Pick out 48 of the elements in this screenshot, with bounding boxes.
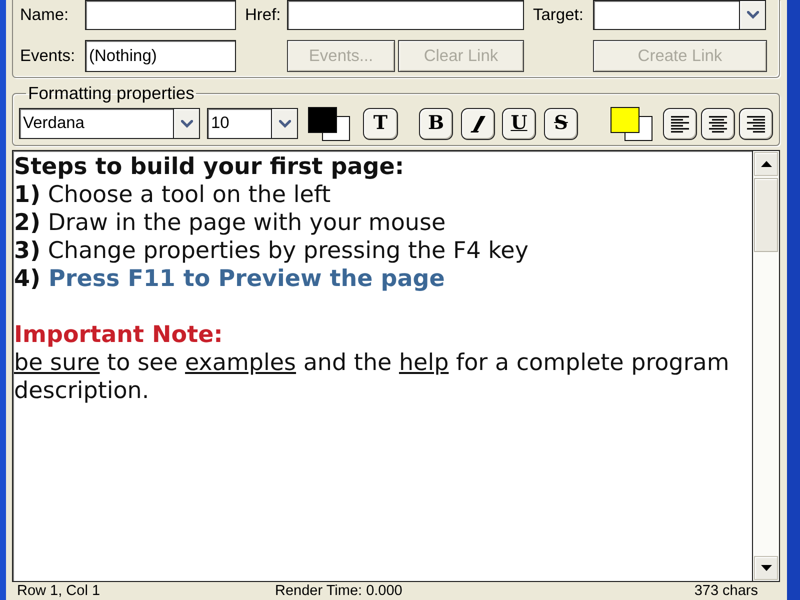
bold-button[interactable]: B <box>419 108 453 140</box>
font-dropdown-button[interactable] <box>173 108 200 139</box>
highlight-color-icon <box>610 106 653 140</box>
italic-button[interactable] <box>461 108 495 140</box>
editor-paragraph: 2) Draw in the page with your mouse <box>14 209 447 237</box>
align-left-icon <box>670 114 690 132</box>
field-label: Href: <box>244 5 281 25</box>
editor-paragraph: 4) Press F11 to Preview the page <box>14 265 446 293</box>
editor-paragraph: Important Note: <box>14 321 224 349</box>
cursor-position-text: Row 1, Col 1 <box>17 583 102 599</box>
triangle-up-icon <box>760 161 772 167</box>
editor-paragraph: Steps to build your first page: <box>14 153 406 181</box>
target-field[interactable] <box>593 0 739 30</box>
italic-icon <box>470 114 486 132</box>
field-label: Name: <box>20 5 69 25</box>
size-dropdown-button[interactable] <box>271 108 298 139</box>
field-label: Target: <box>532 5 584 25</box>
editor-paragraph: 1) Choose a tool on the left <box>14 181 332 209</box>
scrollbar-thumb[interactable] <box>754 178 778 252</box>
chevron-down-icon <box>278 120 290 128</box>
align-right-icon <box>746 114 766 132</box>
chevron-down-icon <box>746 11 758 19</box>
align-center-icon <box>708 114 728 132</box>
events-field[interactable]: (Nothing) <box>85 40 236 72</box>
triangle-down-icon <box>760 565 772 571</box>
target-dropdown-button[interactable] <box>739 0 766 30</box>
href-field[interactable] <box>287 0 524 30</box>
char-count-text: 373 chars <box>694 583 758 599</box>
render-time-text: Render Time: 0.000 <box>275 583 402 599</box>
chevron-down-icon <box>180 120 192 128</box>
scroll-down-button[interactable] <box>754 556 778 580</box>
align-center-button[interactable] <box>701 108 735 140</box>
font-button[interactable]: T <box>363 108 398 140</box>
align-right-button[interactable] <box>739 108 773 140</box>
group-title: Formatting properties <box>27 84 196 102</box>
strikethrough-button[interactable]: S <box>544 108 578 140</box>
scrollbar-track[interactable] <box>752 150 780 582</box>
editor-paragraph: 3) Change properties by pressing the F4 key <box>14 237 530 265</box>
underline-button[interactable]: U <box>502 108 536 140</box>
name-field[interactable] <box>85 0 236 30</box>
text-color-icon <box>308 106 350 140</box>
font-field[interactable]: Verdana <box>19 108 173 139</box>
editor-field[interactable] <box>12 150 752 582</box>
align-left-button[interactable] <box>663 108 697 140</box>
field-label: Events: <box>20 46 76 66</box>
scroll-up-button[interactable] <box>754 152 778 176</box>
size-field[interactable]: 10 <box>207 108 271 139</box>
editor-paragraph: be sure to see examples and the help for a complete program description. <box>14 349 730 405</box>
